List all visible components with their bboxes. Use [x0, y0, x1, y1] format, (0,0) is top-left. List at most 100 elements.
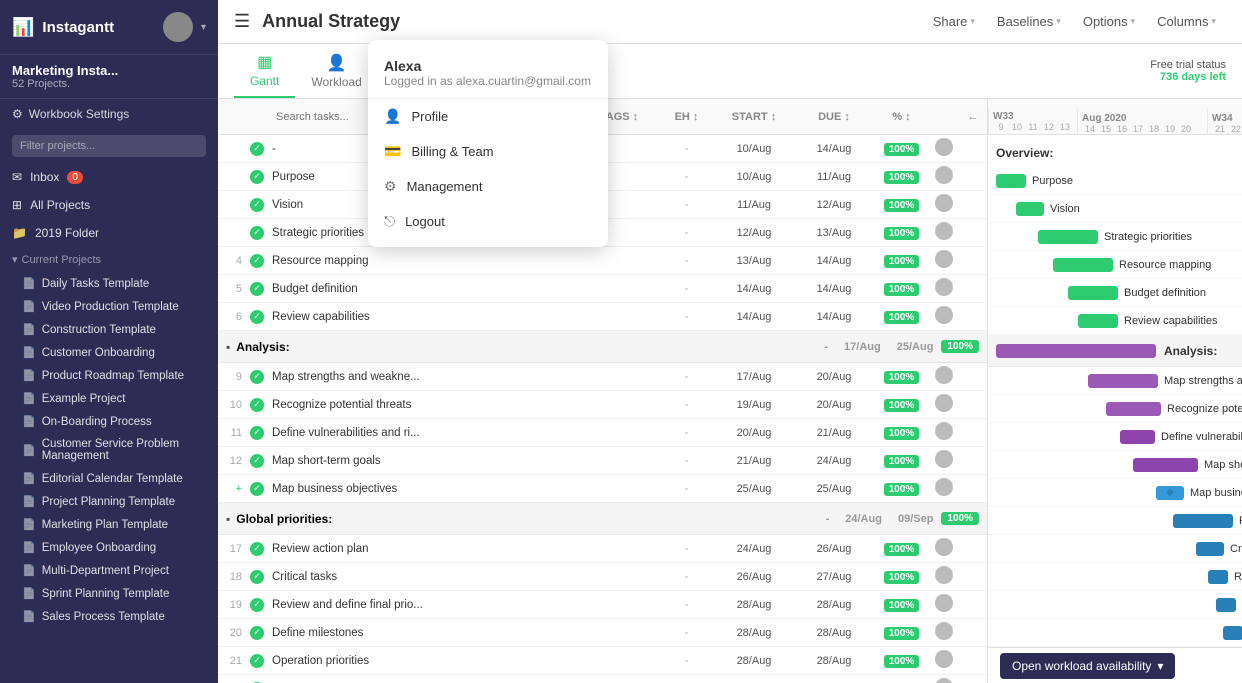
doc-icon: 📄 [22, 392, 36, 405]
task-check-icon: ✓ [250, 310, 264, 324]
sidebar-item-sales-process[interactable]: 📄 Sales Process Template [0, 605, 218, 628]
table-row: 11 ✓ Define vulnerabilities and ri... - … [218, 419, 987, 447]
sidebar-item-customer-service[interactable]: 📄 Customer Service Problem Management [0, 433, 218, 467]
sidebar: 📊 Instagantt ▾ Marketing Insta... 52 Pro… [0, 0, 218, 683]
gantt-bar-business-obj: ◆ [1156, 486, 1184, 500]
sidebar-item-daily-tasks[interactable]: 📄 Daily Tasks Template [0, 272, 218, 295]
sidebar-item-2019-folder[interactable]: 📁 2019 Folder [0, 219, 218, 247]
options-button[interactable]: Options▾ [1073, 8, 1145, 35]
week-w33: W33 9 10 11 12 13 [988, 107, 1077, 134]
th-due[interactable]: DUE ↕ [794, 111, 874, 123]
share-button[interactable]: Share▾ [923, 8, 985, 35]
table-row: 19 ✓ Review and define final prio... - 2… [218, 591, 987, 619]
table-row: + ✓ Map business objectives - 25/Aug 25/… [218, 475, 987, 503]
sidebar-item-employee-onboarding[interactable]: 📄 Employee Onboarding [0, 536, 218, 559]
gantt-bar-shortterm [1133, 458, 1198, 472]
chevron-down-icon[interactable]: ▾ [201, 22, 206, 33]
sidebar-item-onboarding-process[interactable]: 📄 On-Boarding Process [0, 410, 218, 433]
section-analysis: ▪ Analysis: - 17/Aug 25/Aug 100% [218, 331, 987, 363]
gantt-bar-purpose [996, 174, 1026, 188]
task-check-icon: ✓ [250, 282, 264, 296]
gantt-bar-define-final [1208, 570, 1228, 584]
sidebar-item-inbox[interactable]: ✉ Inbox 0 [0, 163, 218, 191]
sidebar-item-customer-onboarding[interactable]: 📄 Customer Onboarding [0, 341, 218, 364]
th-eh[interactable]: EH ↕ [659, 111, 714, 123]
sidebar-item-sprint-planning[interactable]: 📄 Sprint Planning Template [0, 582, 218, 605]
gantt-task-row-vulnerabilities: Define vulnerabilities and risks [988, 423, 1242, 451]
app-logo: Instagantt [42, 19, 114, 36]
hamburger-icon[interactable]: ☰ [234, 11, 250, 32]
user-avatar[interactable] [163, 12, 193, 42]
task-check-icon: ✓ [250, 598, 264, 612]
options-chevron: ▾ [1131, 16, 1136, 27]
gantt-bar-strengths [1088, 374, 1158, 388]
dropdown-management[interactable]: ⚙ Management [368, 169, 608, 204]
doc-icon: 📄 [22, 610, 36, 623]
filter-input[interactable] [12, 135, 206, 157]
table-row: 18 ✓ Critical tasks - 26/Aug 27/Aug 100% [218, 563, 987, 591]
workspace-sub: 52 Projects. [12, 78, 206, 90]
trial-info: Free trial status 736 days left [1150, 55, 1226, 87]
gantt-task-row-shortterm: Map short-term goals [988, 451, 1242, 479]
user-dropdown: Alexa Logged in as alexa.cuartin@gmail.c… [368, 40, 608, 247]
back-button[interactable]: ← [959, 111, 987, 123]
gantt-bar-vulnerabilities [1120, 430, 1155, 444]
gantt-task-row-action-plan: Review action plan [988, 507, 1242, 535]
gantt-section-analysis: Analysis: [988, 335, 1242, 367]
baselines-button[interactable]: Baselines▾ [987, 8, 1071, 35]
task-check-icon: ✓ [250, 454, 264, 468]
gantt-area: W33 9 10 11 12 13 Aug 2020 [988, 99, 1242, 683]
page-title: Annual Strategy [262, 11, 923, 32]
task-check-icon: ✓ [250, 570, 264, 584]
workspace-name: Marketing Insta... [12, 63, 206, 78]
sidebar-header: 📊 Instagantt ▾ [0, 0, 218, 55]
gantt-task-row-resource: Resource mapping [988, 251, 1242, 279]
sidebar-item-all-projects[interactable]: ⊞ All Projects [0, 191, 218, 219]
dropdown-user-name: Alexa [384, 58, 592, 74]
sidebar-item-marketing-plan[interactable]: 📄 Marketing Plan Template [0, 513, 218, 536]
sidebar-item-construction[interactable]: 📄 Construction Template [0, 318, 218, 341]
main-content: Alexa Logged in as alexa.cuartin@gmail.c… [218, 0, 1242, 683]
project-filter [0, 129, 218, 163]
task-check-icon: ✓ [250, 482, 264, 496]
section-collapse-icon[interactable]: ▪ [226, 340, 230, 354]
task-check-icon: ✓ [250, 542, 264, 556]
gantt-bar-analysis-section [996, 344, 1156, 358]
gantt-bar-operation [1223, 626, 1242, 640]
gantt-bar-strategic [1038, 230, 1098, 244]
chevron-right-icon: ▾ [12, 253, 18, 266]
table-row: 9 ✓ Map strengths and weakne... - 17/Aug… [218, 363, 987, 391]
table-row: 6 ✓ Review capabilities - 14/Aug 14/Aug … [218, 303, 987, 331]
dropdown-profile[interactable]: 👤 Profile [368, 99, 608, 134]
sidebar-item-project-planning[interactable]: 📄 Project Planning Template [0, 490, 218, 513]
gantt-bar-review-cap [1078, 314, 1118, 328]
sidebar-item-multi-department[interactable]: 📄 Multi-Department Project [0, 559, 218, 582]
baselines-chevron: ▾ [1056, 16, 1061, 27]
dropdown-logout[interactable]: ⎋ Logout [368, 204, 608, 239]
tab-gantt[interactable]: ▦ Gantt [234, 44, 295, 98]
sidebar-item-product-roadmap[interactable]: 📄 Product Roadmap Template [0, 364, 218, 387]
folder-icon: 📁 [12, 226, 27, 240]
columns-button[interactable]: Columns▾ [1147, 8, 1226, 35]
inbox-badge: 0 [67, 171, 83, 184]
task-check-icon: ✓ [250, 170, 264, 184]
doc-icon: 📄 [22, 541, 36, 554]
sidebar-item-video-production[interactable]: 📄 Video Production Template [0, 295, 218, 318]
sidebar-item-editorial[interactable]: 📄 Editorial Calendar Template [0, 467, 218, 490]
dropdown-billing[interactable]: 💳 Billing & Team [368, 134, 608, 169]
tab-workload[interactable]: 👤 Workload [295, 45, 377, 97]
th-pct[interactable]: % ↕ [874, 111, 929, 123]
th-start[interactable]: START ↕ [714, 111, 794, 123]
workspace-info: Marketing Insta... 52 Projects. [0, 55, 218, 99]
open-workload-button[interactable]: Open workload availability ▾ [1000, 653, 1175, 679]
workbook-settings[interactable]: ⚙ Workbook Settings [0, 99, 218, 129]
week-w34: W34 21 22 23 24 25 [1207, 109, 1242, 134]
section-collapse-icon[interactable]: ▪ [226, 512, 230, 526]
doc-icon: 📄 [22, 564, 36, 577]
gantt-task-row-review-cap: Review capabilities [988, 307, 1242, 335]
sidebar-item-example-project[interactable]: 📄 Example Project [0, 387, 218, 410]
table-row: 10 ✓ Recognize potential threats - 19/Au… [218, 391, 987, 419]
gantt-task-row-vision: Vision [988, 195, 1242, 223]
doc-icon: 📄 [22, 518, 36, 531]
doc-icon: 📄 [22, 587, 36, 600]
